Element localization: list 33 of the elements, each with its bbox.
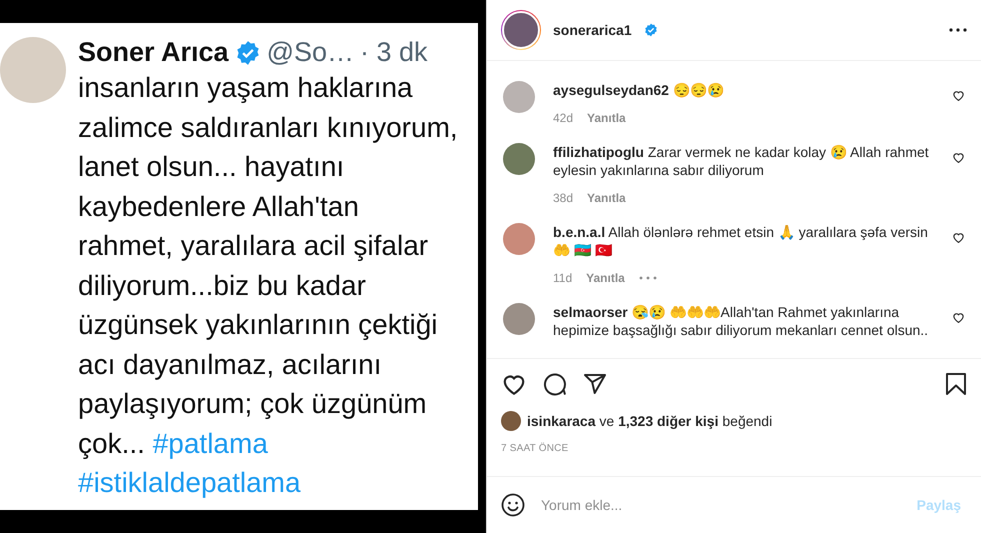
like-icon[interactable] xyxy=(952,151,965,164)
avatar[interactable] xyxy=(503,223,535,255)
comment-time: 42d xyxy=(553,111,574,125)
tweet-time: · 3 dk xyxy=(360,37,428,68)
likes-text: isinkaraca ve 1,323 diğer kişi beğendi xyxy=(527,412,772,430)
tweet-handle: @So… xyxy=(266,37,354,68)
bookmark-icon[interactable] xyxy=(945,372,967,396)
more-options-icon[interactable] xyxy=(949,28,967,32)
comment-text: ffilizhatipoglu Zarar vermek ne kadar kolay 😢 Allah rahmet eylesin yakınlarına sabır diliyorum xyxy=(553,143,930,179)
hashtag-link[interactable]: #patlama xyxy=(152,428,268,458)
emoji-icon[interactable] xyxy=(501,493,525,517)
post-timestamp: 7 SAAT ÖNCE xyxy=(501,443,570,454)
comment-time: 38d xyxy=(553,191,574,205)
reply-button[interactable]: Yanıtla xyxy=(587,111,626,125)
comment-time: 11d xyxy=(553,271,572,285)
send-icon[interactable] xyxy=(583,372,607,396)
avatar[interactable] xyxy=(503,143,535,175)
comment-text: selmaorser 😪😢 🤲🤲🤲Allah'tan Rahmet yakınlarına hepimize başsağlığı sabır diliyorum mekanları cennet olsun.. xyxy=(553,303,930,339)
post-username[interactable]: sonerarica1 xyxy=(553,22,632,38)
reply-button[interactable]: Yanıtla xyxy=(587,191,626,205)
avatar[interactable] xyxy=(501,10,541,50)
avatar xyxy=(501,411,521,431)
like-icon[interactable] xyxy=(952,89,965,102)
comment-icon[interactable] xyxy=(543,372,567,396)
tweet-author: Soner Arıca xyxy=(78,37,229,68)
avatar[interactable] xyxy=(503,303,535,335)
comment-text: aysegulseydan62 😔😔😢 xyxy=(553,81,725,99)
like-icon[interactable] xyxy=(952,231,965,244)
comment-text: b.e.n.a.l Allah ölənlərə rehmet etsin 🙏 yaralılara şəfa versin 🤲 🇦🇿 🇹🇷 xyxy=(553,223,929,259)
hashtag-link[interactable]: #istiklaldepatlama xyxy=(78,467,301,498)
reply-button[interactable]: Yanıtla xyxy=(586,271,625,285)
like-icon[interactable] xyxy=(952,311,965,324)
tweet-text: insanların yaşam haklarına zalimce saldıranları kınıyorum, lanet olsun... hayatını kaybedenlere Allah'tan rahmet, yaralılara acil şifalar diliyorum...biz bu kadar üzgünsek yakınlarının çektiği acı dayanılmaz, acılarını paylaşıyorum; çok üzgünüm çok... #patlama #istiklaldepatlama xyxy=(78,71,458,500)
